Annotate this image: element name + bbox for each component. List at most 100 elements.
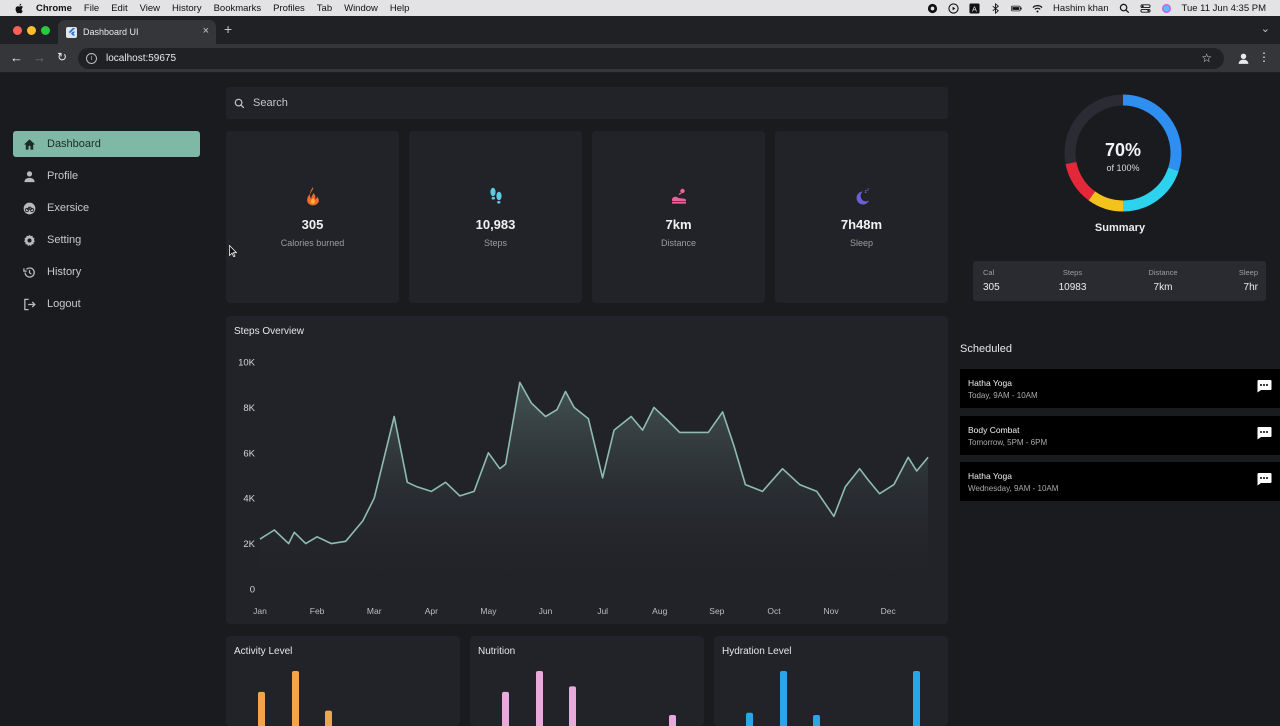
stat-card-sleep[interactable]: zz 7h48m Sleep bbox=[775, 131, 948, 303]
hydration-level-chart bbox=[746, 671, 920, 726]
menu-user-name[interactable]: Hashim khan bbox=[1053, 3, 1108, 14]
sidebar-item-profile[interactable]: Profile bbox=[13, 163, 200, 189]
menu-app-name[interactable]: Chrome bbox=[36, 3, 72, 14]
forward-arrow-icon[interactable]: → bbox=[33, 50, 46, 65]
home-icon bbox=[23, 138, 36, 150]
bar[interactable] bbox=[913, 671, 920, 726]
scheduled-item-name: Body Combat bbox=[968, 425, 1020, 435]
bar[interactable] bbox=[502, 691, 509, 726]
bar[interactable] bbox=[746, 712, 753, 726]
bluetooth-icon[interactable] bbox=[990, 2, 1001, 14]
menu-edit[interactable]: Edit bbox=[111, 3, 127, 14]
bar[interactable] bbox=[813, 715, 820, 726]
x-tick-label: Dec bbox=[881, 606, 897, 616]
bookmark-star-icon[interactable]: ☆ bbox=[1201, 51, 1212, 65]
new-tab-icon[interactable]: + bbox=[224, 21, 232, 37]
bar[interactable] bbox=[780, 671, 787, 726]
y-tick-label: 10K bbox=[238, 358, 256, 369]
menu-bookmarks[interactable]: Bookmarks bbox=[214, 3, 262, 14]
x-tick-label: Sep bbox=[709, 606, 724, 616]
bar[interactable] bbox=[258, 691, 265, 726]
message-bubble-icon[interactable] bbox=[1256, 472, 1272, 486]
summary-col-steps: Steps 10983 bbox=[1055, 268, 1090, 293]
window-close-button[interactable] bbox=[13, 26, 22, 35]
bar[interactable] bbox=[569, 686, 576, 726]
bar[interactable] bbox=[536, 671, 543, 726]
steps-overview-card: Steps Overview 0 2K 4K 6K 8K 10K Jan Feb Mar Apr… bbox=[226, 316, 948, 624]
stat-card-distance[interactable]: 7km Distance bbox=[592, 131, 765, 303]
tab-close-icon[interactable]: × bbox=[203, 25, 209, 37]
summary-percent: 70% bbox=[1104, 140, 1142, 160]
browser-tab[interactable]: Dashboard UI × bbox=[58, 20, 216, 44]
sidebar: Dashboard Profile Exersice Setting Histo… bbox=[13, 131, 200, 323]
apple-icon[interactable] bbox=[12, 0, 26, 16]
bicycle-icon bbox=[23, 202, 36, 214]
window-minimize-button[interactable] bbox=[27, 26, 36, 35]
sidebar-item-history[interactable]: History bbox=[13, 259, 200, 285]
history-icon bbox=[23, 266, 35, 278]
menu-window[interactable]: Window bbox=[344, 3, 378, 14]
y-tick-label: 2K bbox=[243, 539, 255, 550]
record-icon[interactable] bbox=[927, 3, 938, 14]
wifi-icon[interactable] bbox=[1032, 3, 1043, 14]
control-center-icon[interactable] bbox=[1139, 3, 1151, 14]
menu-history[interactable]: History bbox=[172, 3, 202, 14]
svg-text:A: A bbox=[972, 4, 977, 13]
gear-icon bbox=[24, 234, 35, 246]
battery-icon[interactable] bbox=[1011, 3, 1022, 14]
bar[interactable] bbox=[292, 671, 299, 726]
browser-menu-icon[interactable]: ⋮ bbox=[1258, 50, 1270, 64]
stat-value: 7h48m bbox=[840, 217, 883, 232]
stat-label: Sleep bbox=[849, 238, 874, 248]
siri-icon[interactable] bbox=[1161, 3, 1172, 14]
scheduled-item[interactable]: Hatha Yoga Today, 9AM - 10AM bbox=[960, 369, 1280, 408]
menu-profiles[interactable]: Profiles bbox=[273, 3, 305, 14]
sidebar-item-exercise[interactable]: Exersice bbox=[13, 195, 200, 221]
mouse-cursor-icon bbox=[229, 245, 237, 257]
bar[interactable] bbox=[669, 715, 676, 726]
menu-view[interactable]: View bbox=[140, 3, 160, 14]
tab-search-chevron-icon[interactable]: ⌄ bbox=[1261, 22, 1270, 35]
play-icon[interactable] bbox=[948, 2, 959, 14]
reload-icon[interactable]: ↻ bbox=[57, 50, 67, 64]
address-url[interactable]: localhost:59675 bbox=[106, 53, 176, 64]
profile-avatar-icon[interactable] bbox=[1237, 52, 1250, 65]
y-tick-label: 0 bbox=[250, 585, 255, 596]
spotlight-search-icon[interactable] bbox=[1119, 3, 1130, 14]
sidebar-item-label: Profile bbox=[47, 170, 79, 182]
stat-label: Calories burned bbox=[280, 238, 345, 248]
sidebar-item-setting[interactable]: Setting bbox=[13, 227, 200, 253]
address-bar[interactable]: i localhost:59675 ☆ bbox=[78, 48, 1224, 69]
sidebar-item-dashboard[interactable]: Dashboard bbox=[13, 131, 200, 157]
scheduled-item[interactable]: Hatha Yoga Wednesday, 9AM - 10AM bbox=[960, 462, 1280, 501]
sidebar-item-label: Exersice bbox=[47, 202, 90, 214]
keyboard-input-icon[interactable]: A bbox=[969, 2, 980, 14]
menu-file[interactable]: File bbox=[84, 3, 99, 14]
menu-tab[interactable]: Tab bbox=[317, 3, 332, 14]
scheduled-item-name: Hatha Yoga bbox=[968, 378, 1012, 388]
summary-col-sleep: Sleep 7hr bbox=[1239, 268, 1258, 293]
menu-status-area: A Hashim khan Tue 11 Jun 4:35 PM bbox=[927, 0, 1266, 16]
search-input[interactable] bbox=[253, 97, 853, 109]
back-arrow-icon[interactable]: ← bbox=[10, 50, 23, 65]
menu-clock[interactable]: Tue 11 Jun 4:35 PM bbox=[1182, 3, 1267, 14]
sidebar-item-logout[interactable]: Logout bbox=[13, 291, 200, 317]
x-tick-label: Aug bbox=[652, 606, 667, 616]
message-bubble-icon[interactable] bbox=[1256, 426, 1272, 440]
hydration-level-card[interactable]: Hydration Level bbox=[714, 636, 948, 726]
scheduled-item-name: Hatha Yoga bbox=[968, 471, 1012, 481]
activity-level-card[interactable]: Activity Level bbox=[226, 636, 460, 726]
x-tick-label: Jan bbox=[253, 606, 267, 616]
x-tick-label: Apr bbox=[425, 606, 438, 616]
menu-help[interactable]: Help bbox=[390, 3, 410, 14]
search-bar[interactable] bbox=[226, 87, 948, 119]
stat-card-steps[interactable]: 10,983 Steps bbox=[409, 131, 582, 303]
stat-card-calories[interactable]: 305 Calories burned bbox=[226, 131, 399, 303]
site-info-icon[interactable]: i bbox=[86, 53, 97, 64]
window-zoom-button[interactable] bbox=[41, 26, 50, 35]
scheduled-item[interactable]: Body Combat Tomorrow, 5PM - 6PM bbox=[960, 416, 1280, 455]
bar[interactable] bbox=[325, 710, 332, 726]
message-bubble-icon[interactable] bbox=[1256, 379, 1272, 393]
stat-label: Distance bbox=[660, 238, 696, 248]
nutrition-card[interactable]: Nutrition bbox=[470, 636, 704, 726]
